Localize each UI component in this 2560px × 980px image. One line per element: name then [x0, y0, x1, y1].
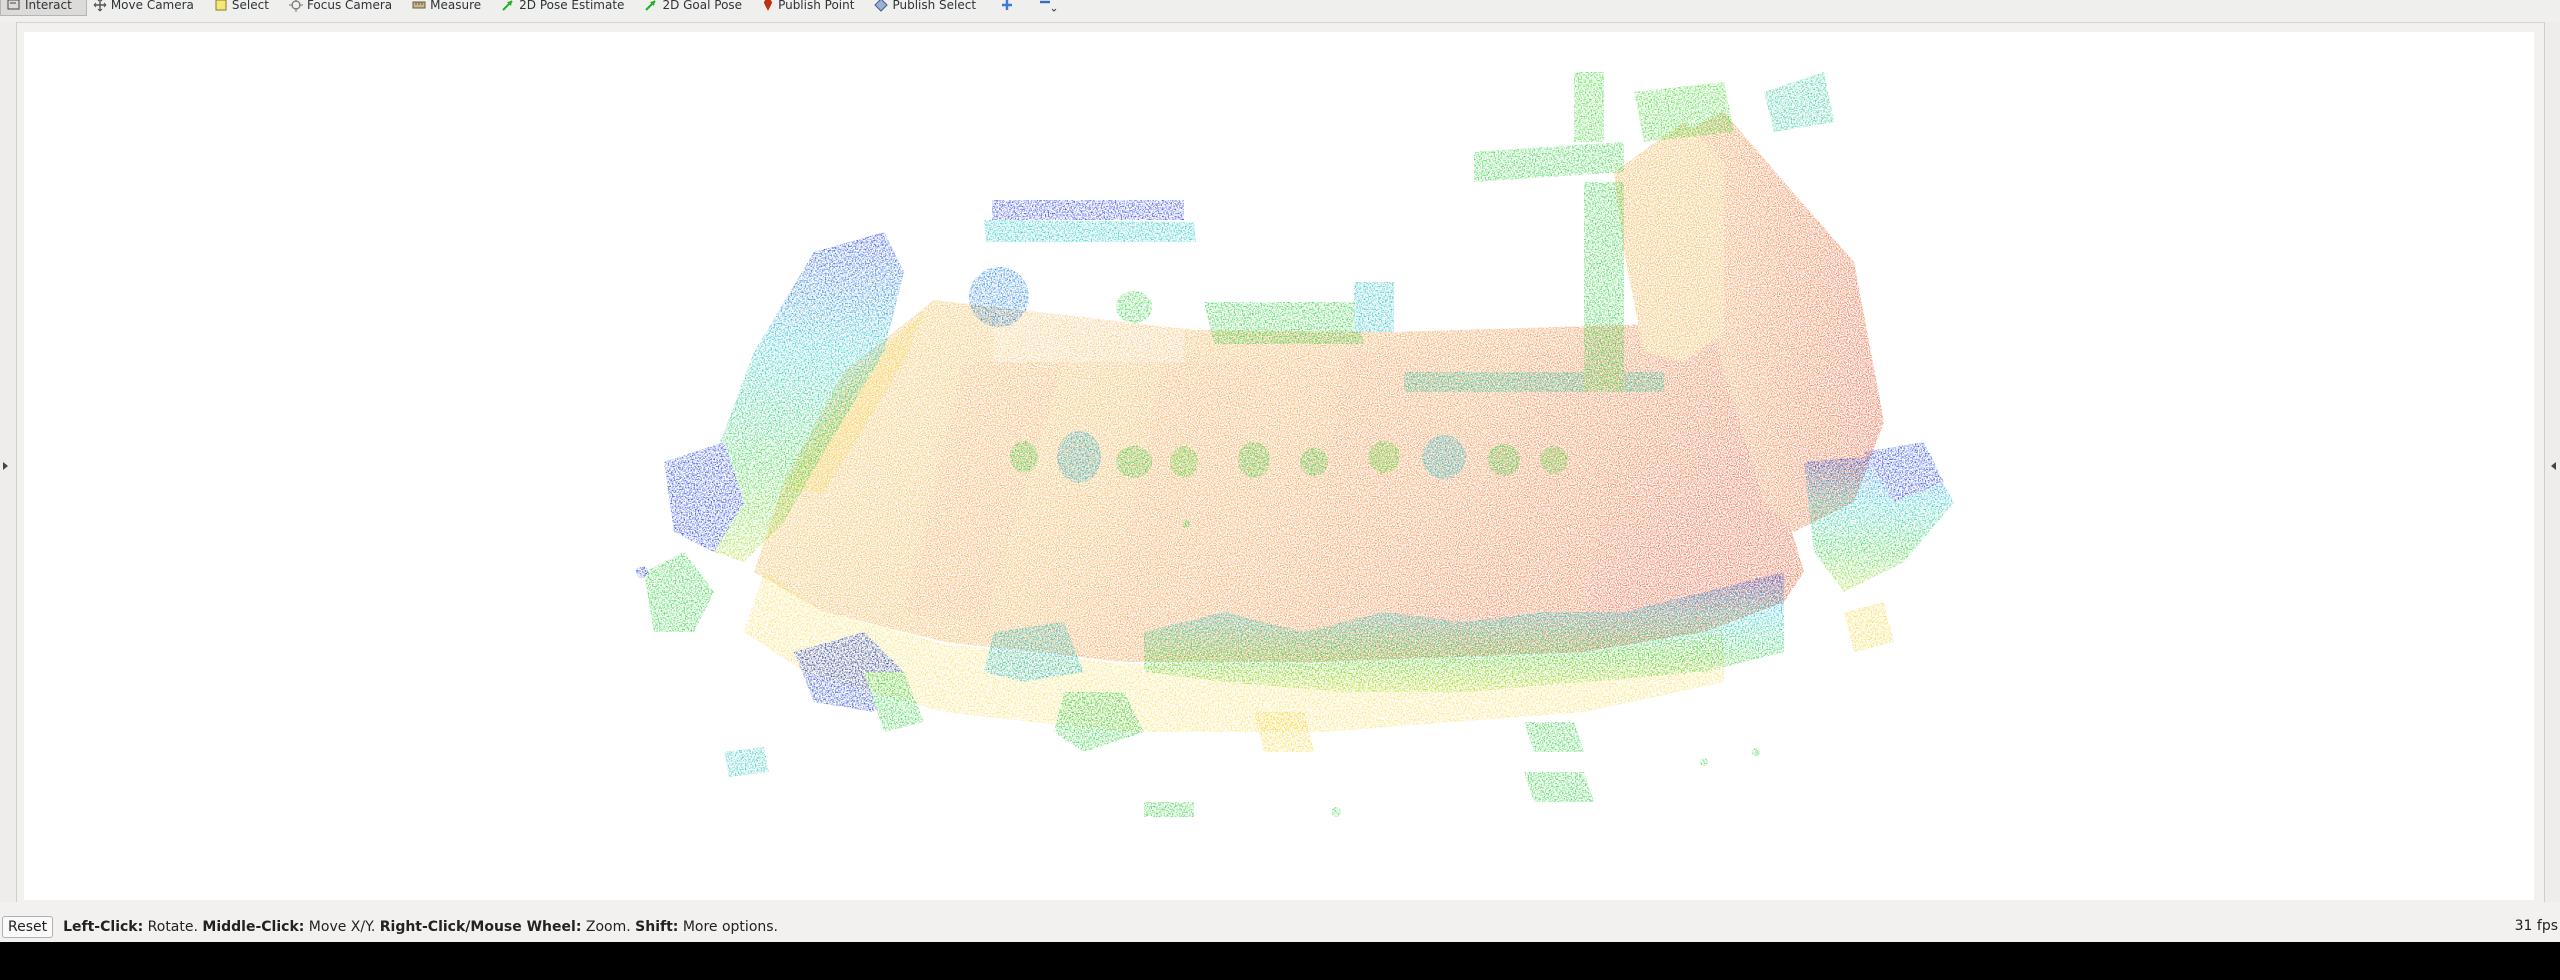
select-tool-label: Select: [231, 0, 269, 12]
select-icon: [215, 0, 227, 11]
pose-estimate-arrow-icon: [502, 0, 513, 11]
move-camera-tool-button[interactable]: Move Camera: [87, 0, 208, 16]
goal-pose-tool-label: 2D Goal Pose: [662, 0, 743, 12]
mouse-help-text: Left-Click: Rotate. Middle-Click: Move X…: [63, 919, 778, 935]
pose-estimate-tool-label: 2D Pose Estimate: [519, 0, 625, 12]
minus-dropdown-icon: [1040, 0, 1057, 12]
measure-icon: [412, 1, 426, 9]
goal-pose-tool-button[interactable]: 2D Goal Pose: [638, 0, 756, 16]
map-pin-icon: [764, 0, 773, 11]
expand-right-arrow-icon: [2551, 462, 2556, 470]
reset-view-button[interactable]: Reset: [2, 916, 54, 938]
publish-point-tool-label: Publish Point: [778, 0, 855, 12]
help-desc-middle-click: Move X/Y.: [304, 919, 380, 935]
left-dock-collapse-strip[interactable]: [0, 22, 17, 902]
interact-icon: [7, 0, 20, 9]
help-desc-right-click: Zoom.: [581, 919, 636, 935]
focus-camera-icon: [288, 0, 303, 12]
remove-tool-button[interactable]: [1028, 0, 1074, 16]
interact-tool-label: Interact: [25, 0, 72, 12]
focus-camera-tool-button[interactable]: Focus Camera: [283, 0, 406, 16]
help-key-left-click: Left-Click:: [63, 919, 144, 935]
fps-counter: 31 fps: [2514, 918, 2558, 934]
plus-icon: [1002, 0, 1013, 10]
right-dock-collapse-strip[interactable]: [2544, 22, 2560, 902]
publish-select-icon: [874, 0, 889, 12]
status-bar: Reset Left-Click: Rotate. Middle-Click: …: [0, 912, 2560, 942]
move-camera-tool-label: Move Camera: [110, 0, 194, 12]
help-key-shift: Shift:: [635, 919, 679, 935]
add-tool-button[interactable]: [990, 0, 1028, 16]
help-key-right-click: Right-Click/Mouse Wheel:: [379, 919, 582, 935]
publish-select-tool-button[interactable]: Publish Select: [868, 0, 990, 16]
publish-point-tool-button[interactable]: Publish Point: [756, 0, 868, 16]
help-desc-shift: More options.: [678, 919, 778, 935]
measure-tool-button[interactable]: Measure: [406, 0, 495, 16]
measure-tool-label: Measure: [430, 0, 482, 12]
help-desc-left-click: Rotate.: [143, 919, 203, 935]
render-viewport[interactable]: [24, 32, 2534, 900]
help-key-middle-click: Middle-Click:: [202, 919, 305, 935]
expand-left-arrow-icon: [3, 462, 8, 470]
publish-select-tool-label: Publish Select: [892, 0, 977, 12]
tool-properties-toolbar: Interact Move Camera Select Focus Camera…: [0, 0, 2560, 23]
pose-estimate-tool-button[interactable]: 2D Pose Estimate: [495, 0, 638, 16]
move-camera-icon: [93, 0, 107, 12]
bottom-black-bar: [0, 942, 2560, 980]
point-cloud-render: [636, 72, 1954, 817]
focus-camera-tool-label: Focus Camera: [306, 0, 393, 12]
goal-pose-arrow-icon: [645, 0, 657, 11]
select-tool-button[interactable]: Select: [208, 0, 283, 16]
interact-tool-button[interactable]: Interact: [0, 0, 87, 16]
